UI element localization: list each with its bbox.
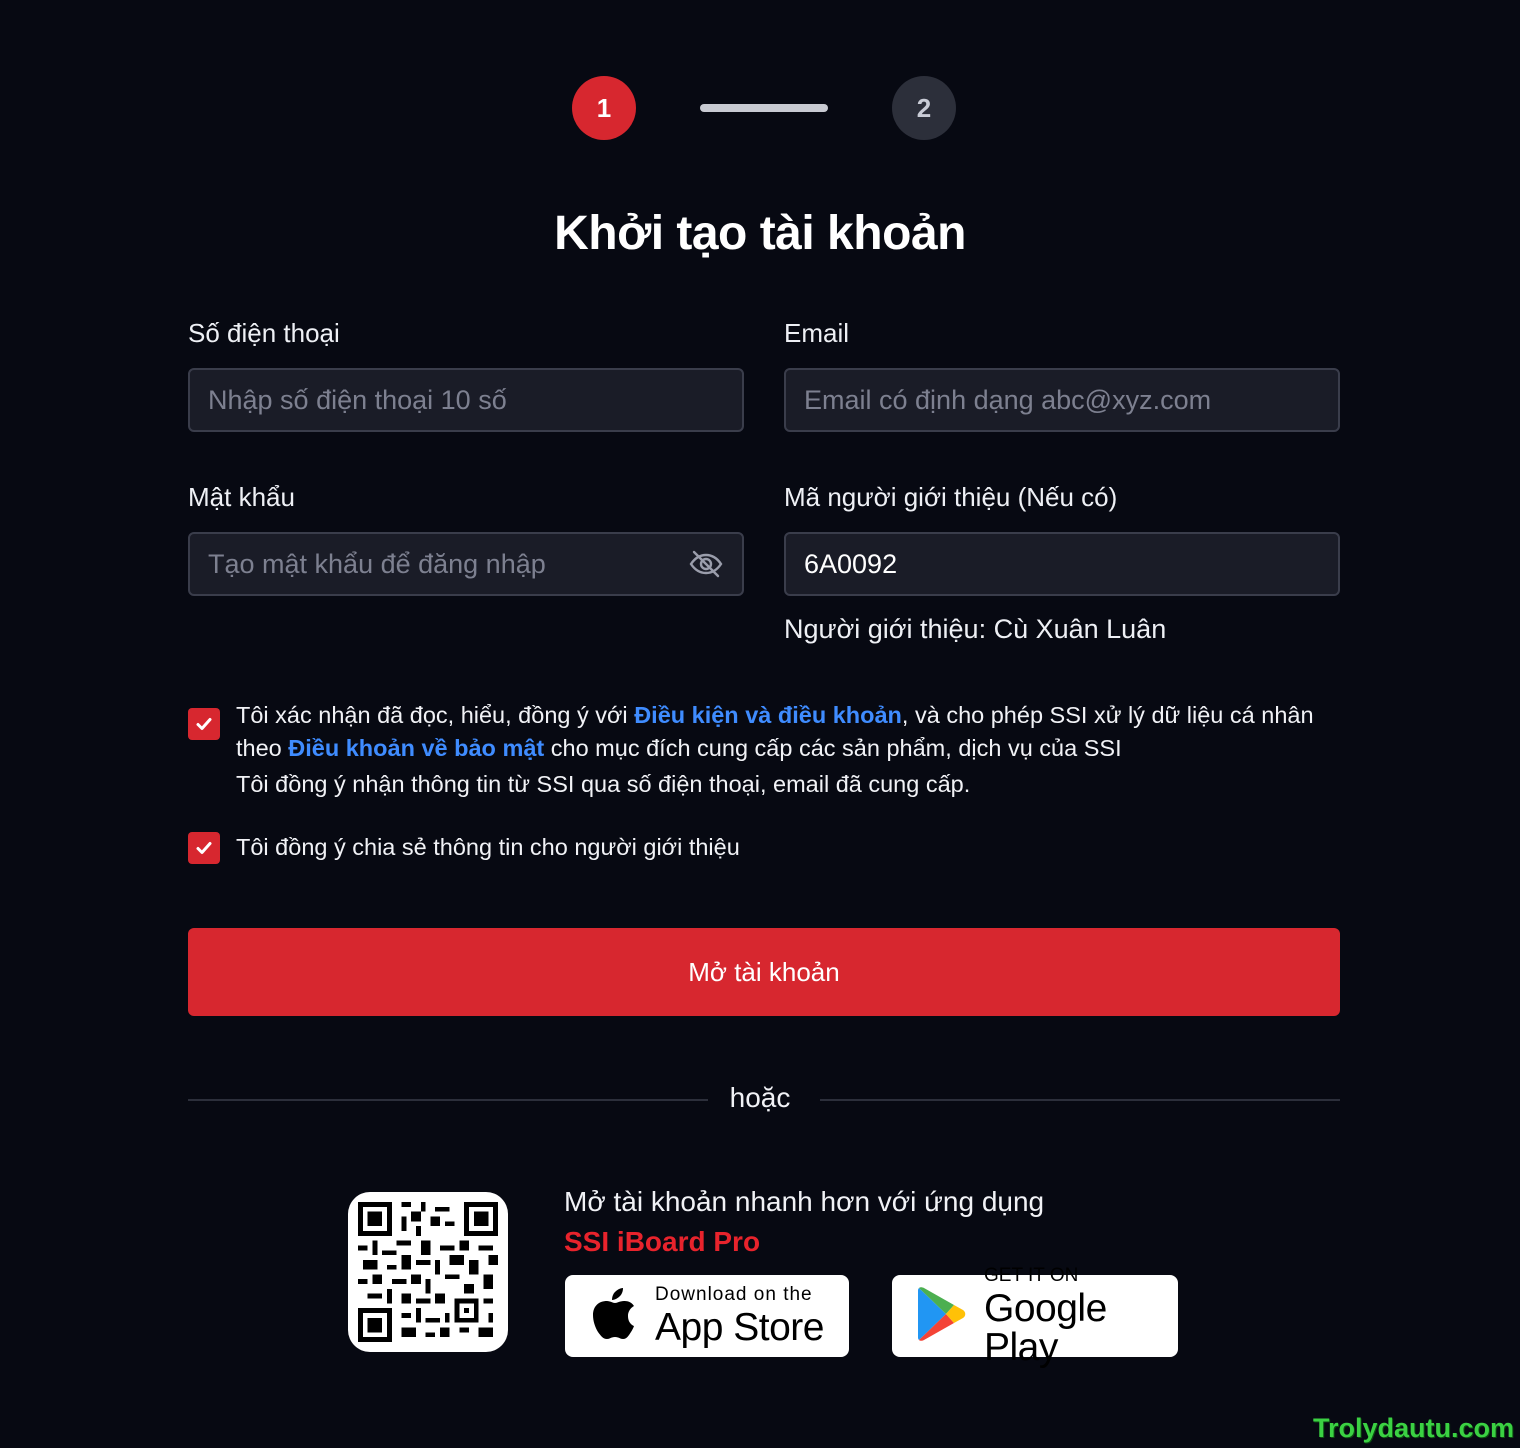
- phone-field-box: [188, 368, 744, 432]
- terms-text-4: cho mục đích cung cấp các sản phẩm, dịch…: [544, 735, 1122, 761]
- google-play-small-text: GET IT ON: [984, 1264, 1079, 1286]
- email-label: Email: [784, 318, 850, 348]
- step-connector: [700, 104, 828, 112]
- eye-off-icon[interactable]: [688, 546, 724, 582]
- share-info-checkbox[interactable]: [188, 832, 220, 864]
- app-store-text: Download on the App Store: [655, 1285, 824, 1347]
- phone-input[interactable]: [208, 384, 724, 416]
- share-info-text: Tôi đồng ý chia sẻ thông tin cho người g…: [236, 834, 740, 860]
- page-title: Khởi tạo tài khoản: [554, 207, 966, 260]
- google-play-text: GET IT ON Google Play: [984, 1266, 1178, 1367]
- terms-line-2: theo Điều khoản về bảo mật cho mục đích …: [236, 732, 1314, 765]
- google-play-big-text: Google Play: [984, 1286, 1107, 1369]
- divider-line-right: [820, 1099, 1340, 1101]
- referral-field-box: [784, 532, 1340, 596]
- privacy-link[interactable]: Điều khoản về bảo mật: [288, 735, 544, 761]
- qr-code-icon: [358, 1202, 498, 1342]
- terms-checkbox[interactable]: [188, 708, 220, 740]
- referral-input[interactable]: [804, 548, 1320, 580]
- terms-text-3: theo: [236, 735, 289, 761]
- or-label: hoặc: [729, 1082, 791, 1113]
- phone-label: Số điện thoại: [188, 318, 340, 348]
- open-account-button[interactable]: Mở tài khoản: [188, 928, 1340, 1016]
- step-2-indicator: 2: [892, 76, 956, 140]
- password-input[interactable]: [208, 548, 678, 580]
- watermark: Trolydautu.com: [1312, 1413, 1514, 1443]
- signup-page: 1 2 Khởi tạo tài khoản Số điện thoại Ema…: [0, 0, 1520, 1448]
- app-promo-text: Mở tài khoản nhanh hơn với ứng dụng: [564, 1186, 1045, 1217]
- email-field-box: [784, 368, 1340, 432]
- divider-text: hoặc: [0, 1082, 1520, 1114]
- check-icon: [196, 718, 212, 730]
- google-play-badge[interactable]: GET IT ON Google Play: [892, 1266, 1178, 1367]
- app-store-small-text: Download on the: [655, 1284, 813, 1305]
- terms-link[interactable]: Điều kiện và điều khoản: [634, 702, 902, 728]
- apple-icon: [589, 1286, 637, 1347]
- marketing-consent-text: Tôi đồng ý nhận thông tin từ SSI qua số …: [236, 771, 971, 797]
- password-label: Mật khẩu: [188, 482, 295, 512]
- password-field-box: [188, 532, 744, 596]
- app-store-badge[interactable]: Download on the App Store: [565, 1275, 849, 1357]
- referral-label: Mã người giới thiệu (Nếu có): [784, 482, 1118, 512]
- app-store-big-text: App Store: [655, 1306, 824, 1349]
- terms-text-1: Tôi xác nhận đã đọc, hiểu, đồng ý với: [236, 702, 635, 728]
- terms-line-1: Tôi xác nhận đã đọc, hiểu, đồng ý với Đi…: [236, 699, 1314, 732]
- referrer-note: Người giới thiệu: Cù Xuân Luân: [784, 614, 1167, 644]
- google-play-icon: [916, 1286, 966, 1347]
- check-icon: [196, 842, 212, 854]
- step-1-indicator: 1: [572, 76, 636, 140]
- email-input[interactable]: [804, 384, 1320, 416]
- app-name: SSI iBoard Pro: [564, 1226, 761, 1257]
- qr-code: [348, 1192, 508, 1352]
- terms-text-2: , và cho phép SSI xử lý dữ liệu cá nhân: [901, 702, 1314, 728]
- terms-consent-text: Tôi xác nhận đã đọc, hiểu, đồng ý với Đi…: [236, 699, 1314, 801]
